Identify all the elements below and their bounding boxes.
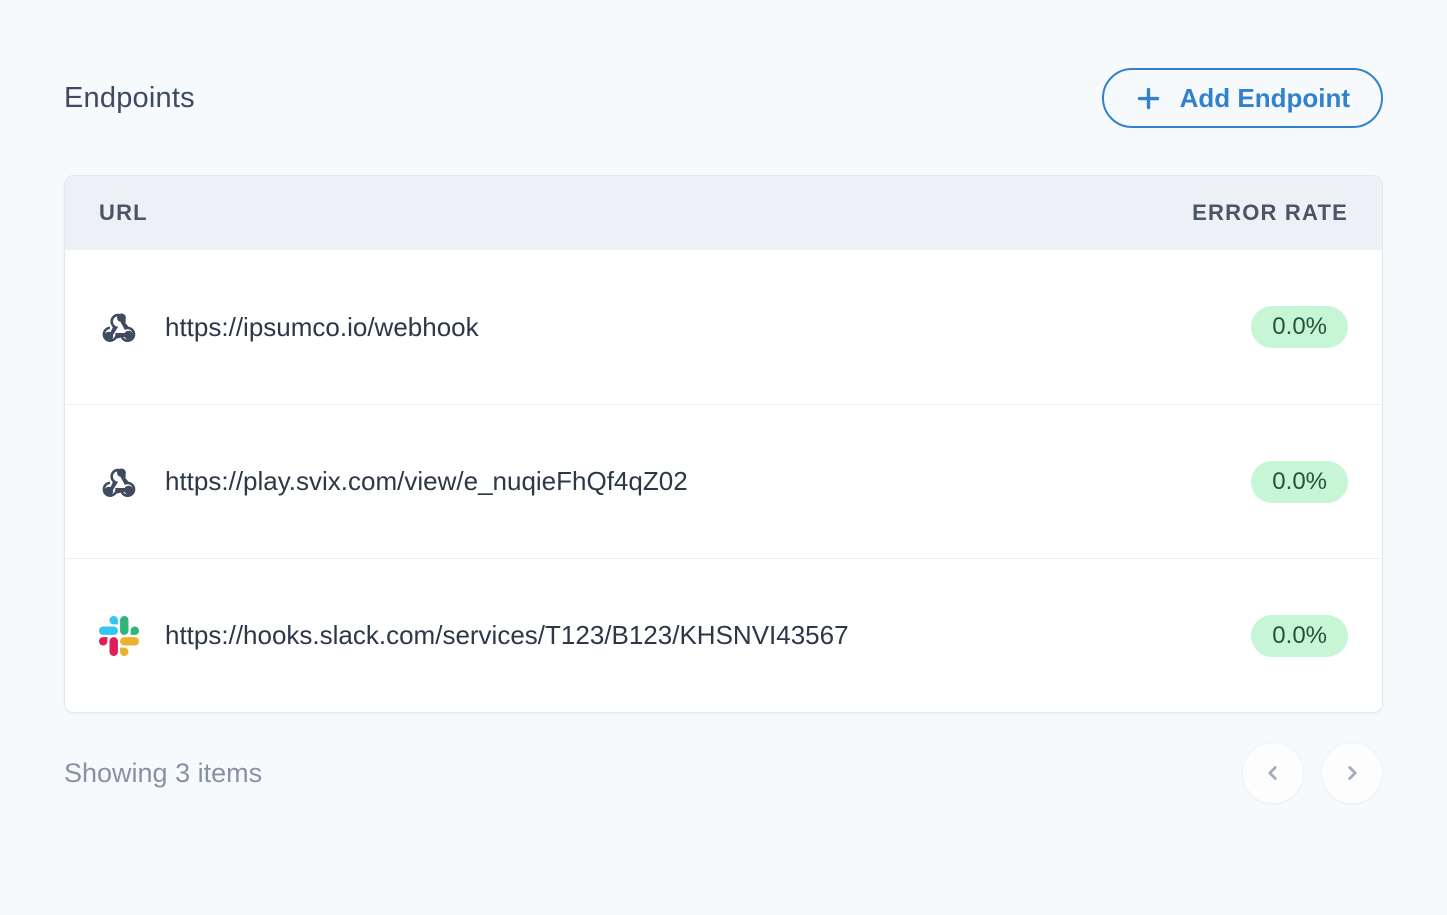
error-rate-badge: 0.0% — [1251, 615, 1348, 657]
pagination — [1242, 742, 1383, 804]
table-footer: Showing 3 items — [64, 742, 1383, 804]
endpoints-table: URL ERROR RATE https://ipsumco.io/webhoo… — [64, 175, 1383, 713]
endpoint-url: https://hooks.slack.com/services/T123/B1… — [165, 620, 1251, 651]
items-count: Showing 3 items — [64, 758, 262, 789]
webhook-icon — [99, 462, 139, 502]
page-title: Endpoints — [64, 82, 195, 115]
page-header: Endpoints Add Endpoint — [64, 68, 1383, 128]
table-row[interactable]: https://hooks.slack.com/services/T123/B1… — [65, 558, 1382, 712]
chevron-left-icon — [1262, 762, 1284, 784]
column-header-url: URL — [99, 200, 148, 226]
column-header-error-rate: ERROR RATE — [1192, 200, 1348, 226]
plus-icon — [1135, 85, 1162, 112]
table-row[interactable]: https://play.svix.com/view/e_nuqieFhQf4q… — [65, 404, 1382, 558]
next-page-button[interactable] — [1321, 742, 1383, 804]
slack-icon — [99, 616, 139, 656]
endpoint-url: https://play.svix.com/view/e_nuqieFhQf4q… — [165, 466, 1251, 497]
error-rate-badge: 0.0% — [1251, 461, 1348, 503]
add-endpoint-label: Add Endpoint — [1180, 83, 1350, 114]
endpoint-url: https://ipsumco.io/webhook — [165, 312, 1251, 343]
add-endpoint-button[interactable]: Add Endpoint — [1102, 68, 1383, 128]
prev-page-button[interactable] — [1242, 742, 1304, 804]
table-header: URL ERROR RATE — [65, 176, 1382, 250]
table-body: https://ipsumco.io/webhook 0.0% https://… — [65, 250, 1382, 712]
chevron-right-icon — [1341, 762, 1363, 784]
error-rate-badge: 0.0% — [1251, 306, 1348, 348]
table-row[interactable]: https://ipsumco.io/webhook 0.0% — [65, 250, 1382, 404]
webhook-icon — [99, 307, 139, 347]
